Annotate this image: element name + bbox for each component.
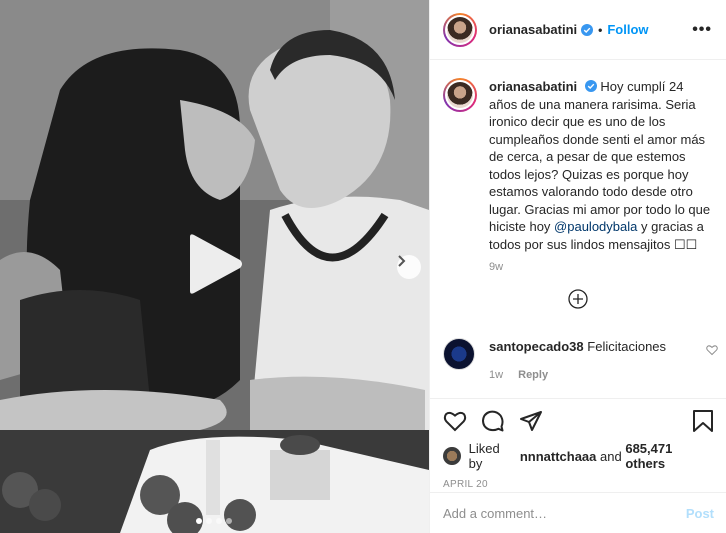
likes-middle: and — [600, 448, 622, 464]
post-side-panel: orianasabatini • Follow ••• orianasabati… — [429, 0, 726, 533]
liker-username[interactable]: nnnattchaaa — [520, 449, 597, 464]
caption-username[interactable]: orianasabatini — [489, 79, 577, 94]
header-username[interactable]: orianasabatini — [489, 22, 577, 37]
load-more-comments-icon[interactable] — [568, 289, 588, 309]
liker-avatar[interactable] — [443, 447, 461, 465]
carousel-dot — [216, 518, 222, 524]
comment-item: santopecado38 Felicitaciones 1w Reply — [443, 338, 718, 384]
play-button[interactable] — [186, 233, 244, 295]
post-actions: Liked by nnnattchaaa and 685,471 others … — [430, 398, 726, 490]
post-date[interactable]: APRIL 20 — [443, 479, 714, 490]
caption-body: Hoy cumplí 24 años de una manera rarisim… — [489, 79, 711, 234]
likes-count-link[interactable]: 685,471 others — [625, 441, 714, 471]
add-comment-bar: Post — [430, 492, 726, 533]
follow-button[interactable]: Follow — [607, 22, 648, 37]
carousel-dot — [196, 518, 202, 524]
comment-timestamp[interactable]: 1w — [489, 369, 503, 381]
carousel-dot — [206, 518, 212, 524]
likes-summary: Liked by nnnattchaaa and 685,471 others — [443, 441, 714, 471]
comment-icon[interactable] — [481, 409, 505, 433]
more-options-icon[interactable]: ••• — [692, 21, 712, 39]
heart-icon[interactable] — [443, 409, 467, 433]
post-comment-button[interactable]: Post — [686, 506, 714, 521]
chevron-right-icon — [398, 255, 406, 267]
caption-timestamp[interactable]: 9w — [489, 261, 714, 273]
comment-like-heart-icon[interactable] — [706, 344, 718, 356]
comment-text: Felicitaciones — [587, 339, 667, 354]
verified-icon — [584, 80, 597, 92]
bookmark-icon[interactable] — [692, 409, 714, 433]
carousel-next-button[interactable] — [397, 255, 421, 279]
caption: orianasabatini Hoy cumplí 24 años de una… — [443, 78, 714, 253]
caption-text: orianasabatini Hoy cumplí 24 años de una… — [489, 78, 714, 253]
carousel-dot — [226, 518, 232, 524]
share-icon[interactable] — [519, 409, 543, 433]
carousel-indicator — [196, 518, 232, 524]
post-header: orianasabatini • Follow ••• — [430, 0, 726, 60]
avatar[interactable] — [443, 78, 477, 112]
play-icon — [190, 234, 242, 294]
likes-prefix: Liked by — [468, 441, 500, 471]
comment-input[interactable] — [443, 505, 686, 521]
verified-icon — [581, 23, 594, 36]
avatar[interactable] — [443, 338, 475, 370]
header-separator: • — [598, 22, 603, 37]
comment-username[interactable]: santopecado38 — [489, 339, 584, 354]
avatar[interactable] — [443, 12, 477, 47]
caption-mention-link[interactable]: @paulodybala — [554, 219, 637, 234]
reply-button[interactable]: Reply — [518, 369, 548, 381]
post-media[interactable] — [0, 0, 429, 533]
